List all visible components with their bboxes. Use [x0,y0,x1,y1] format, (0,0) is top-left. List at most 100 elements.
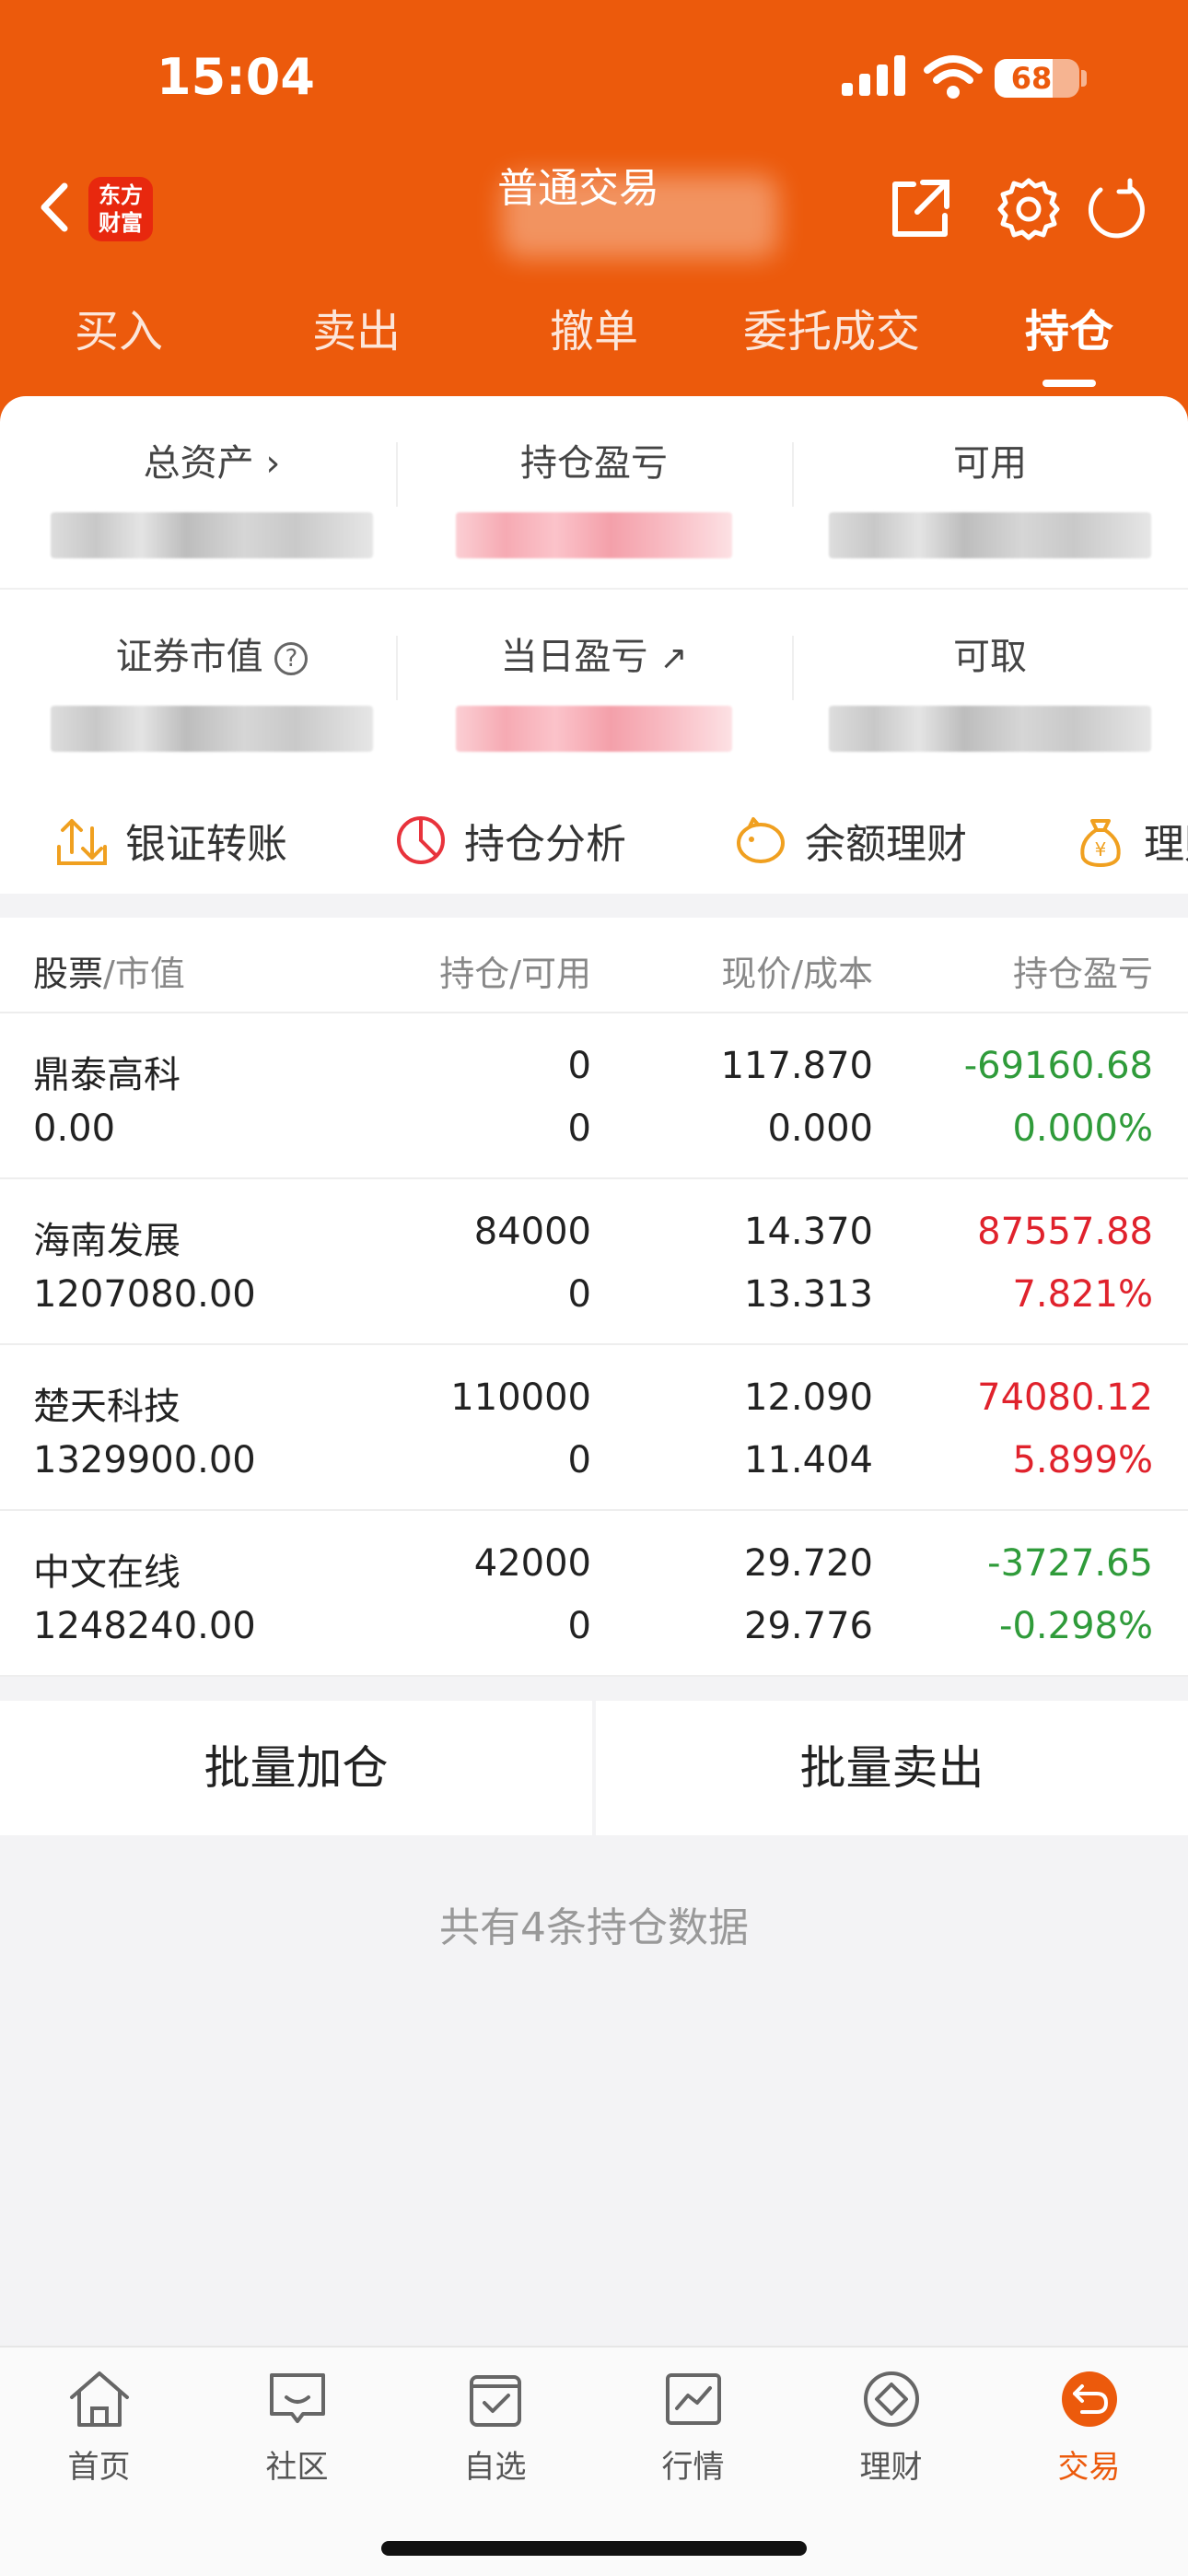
position-pl-value-masked [456,512,732,558]
holdings-table: 股票/市值 持仓/可用 现价/成本 持仓盈亏 鼎泰高科 0.00 0 0 117… [0,918,1188,1677]
trade-tabs: 买入 卖出 撤单 委托成交 持仓 [0,295,1188,396]
position-pl-pct: 7.821% [1012,1273,1153,1316]
current-price: 117.870 [720,1045,873,1087]
available-cell: 可用 [792,433,1188,558]
batch-sell-button[interactable]: 批量卖出 [596,1701,1188,1835]
piggy-bank-icon [737,817,785,863]
position-pl-pct: -0.298% [999,1605,1153,1647]
tab-positions[interactable]: 持仓 [950,295,1188,369]
col-pl-header[interactable]: 持仓盈亏 [1013,945,1153,996]
current-price: 14.370 [744,1211,873,1253]
refresh-icon[interactable] [1082,175,1150,243]
home-icon [69,2371,129,2427]
tab-sell[interactable]: 卖出 [238,295,475,369]
stock-market-value: 0.00 [33,1107,116,1150]
cost-price: 11.404 [744,1439,873,1481]
tab-buy[interactable]: 买入 [0,295,238,369]
available-qty: 0 [567,1605,591,1647]
wifi-icon [924,55,983,99]
home-indicator [381,2541,807,2556]
stock-market-value: 1207080.00 [33,1273,256,1316]
nav-trade[interactable]: 交易 [990,2364,1188,2487]
nav-wealth[interactable]: 理财 [792,2364,990,2487]
tab-cancel[interactable]: 撤单 [475,295,713,369]
position-qty: 42000 [473,1542,591,1585]
position-pl-label: 持仓盈亏 [520,442,668,485]
quick-actions: 银证转账 持仓分析 余额理财 ¥ 理财 [0,792,1188,884]
chevron-right-icon: › [265,442,281,485]
bank-transfer-button[interactable]: 银证转账 [55,811,287,870]
balance-wealth-button[interactable]: 余额理财 [733,811,967,870]
status-time: 15:04 [157,48,315,106]
col-position-header[interactable]: 持仓/可用 [439,945,591,996]
total-assets-label: 总资产 [143,442,254,485]
cost-price: 13.313 [744,1273,873,1316]
chat-bubble-icon [269,2373,325,2423]
tab-orders[interactable]: 委托成交 [713,295,950,369]
position-qty: 84000 [473,1211,591,1253]
withdrawable-label: 可取 [953,636,1027,678]
settings-gear-icon[interactable] [995,175,1063,243]
batch-actions: 批量加仓 批量卖出 [0,1701,1188,1835]
nav-home[interactable]: 首页 [0,2364,198,2487]
col-stock-header[interactable]: 股票/市值 [33,945,185,996]
daily-pl-cell[interactable]: 当日盈亏 ↗ [396,626,792,752]
transfer-icon [57,819,107,865]
share-icon[interactable] [886,175,954,243]
checkbox-icon [469,2375,521,2427]
col-price-header[interactable]: 现价/成本 [721,945,873,996]
active-tab-indicator [1042,380,1096,387]
position-pl: 87557.88 [977,1211,1153,1253]
market-value-label: 证券市值 [115,636,263,678]
position-pl: -3727.65 [987,1542,1153,1585]
nav-community[interactable]: 社区 [198,2364,396,2487]
daily-pl-value-masked [456,706,732,752]
money-bag-icon: ¥ [1080,819,1121,867]
table-row[interactable]: 鼎泰高科 0.00 0 0 117.870 0.000 -69160.68 0.… [0,1013,1188,1179]
help-icon[interactable]: ? [274,642,309,675]
market-value-masked [51,706,373,752]
position-pl: 74080.12 [977,1376,1153,1419]
total-assets-cell[interactable]: 总资产 › [14,433,410,558]
withdrawable-cell: 可取 [792,626,1188,752]
stock-name: 海南发展 [33,1220,181,1262]
cost-price: 29.776 [744,1605,873,1647]
svg-text:¥: ¥ [1095,838,1107,861]
position-pl: -69160.68 [963,1045,1153,1087]
market-value-cell: 证券市值 ? [14,626,410,752]
available-qty: 0 [567,1439,591,1481]
position-qty: 0 [567,1045,591,1087]
holdings-count-note: 共有4条持仓数据 [439,1904,749,1951]
daily-pl-label: 当日盈亏 [500,636,648,678]
table-row[interactable]: 中文在线 1248240.00 42000 0 29.720 29.776 -3… [0,1511,1188,1677]
position-analysis-button[interactable]: 持仓分析 [394,811,626,870]
nav-watchlist[interactable]: 自选 [396,2364,594,2487]
current-price: 12.090 [744,1376,873,1419]
cost-price: 0.000 [767,1107,873,1150]
back-arrow-icon[interactable] [33,175,79,240]
table-header: 股票/市值 持仓/可用 现价/成本 持仓盈亏 [0,918,1188,1013]
table-row[interactable]: 楚天科技 1329900.00 110000 0 12.090 11.404 7… [0,1345,1188,1511]
available-value-masked [829,512,1151,558]
stock-name: 中文在线 [33,1551,181,1594]
account-mask [502,175,778,258]
line-chart-icon [665,2373,721,2425]
brand-logo: 东方 财富 [88,177,153,241]
total-assets-value-masked [51,512,373,558]
position-qty: 110000 [450,1376,591,1419]
nav-market[interactable]: 行情 [594,2364,792,2487]
position-pl-cell: 持仓盈亏 [396,433,792,558]
available-label: 可用 [953,442,1027,485]
stock-market-value: 1329900.00 [33,1439,256,1481]
table-row[interactable]: 海南发展 1207080.00 84000 0 14.370 13.313 87… [0,1179,1188,1345]
wealth-button[interactable]: ¥ 理财 [1074,811,1188,870]
batch-add-button[interactable]: 批量加仓 [0,1701,592,1835]
position-pl-pct: 0.000% [1012,1107,1153,1150]
external-link-icon: ↗ [659,639,688,677]
diamond-coin-icon [863,2371,919,2427]
withdrawable-value-masked [829,706,1151,752]
trade-icon [1061,2371,1117,2427]
signal-icon [842,55,906,96]
available-qty: 0 [567,1107,591,1150]
current-price: 29.720 [744,1542,873,1585]
